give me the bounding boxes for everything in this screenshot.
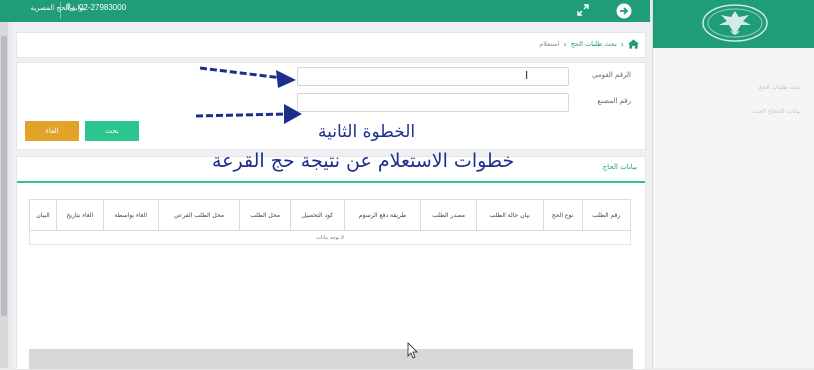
annotation-step-title: الخطوة الثانية	[318, 122, 416, 142]
annotation-step-subtitle: خطوات الاستعلام عن نتيجة حج القرعة	[212, 150, 515, 172]
dashed-arrow-2	[195, 112, 287, 118]
annotation-arrows	[195, 66, 418, 359]
arrowhead-1	[276, 70, 296, 88]
mouse-pointer-icon	[407, 342, 418, 359]
dashed-arrow-1	[199, 66, 283, 80]
arrowhead-2	[284, 104, 302, 124]
